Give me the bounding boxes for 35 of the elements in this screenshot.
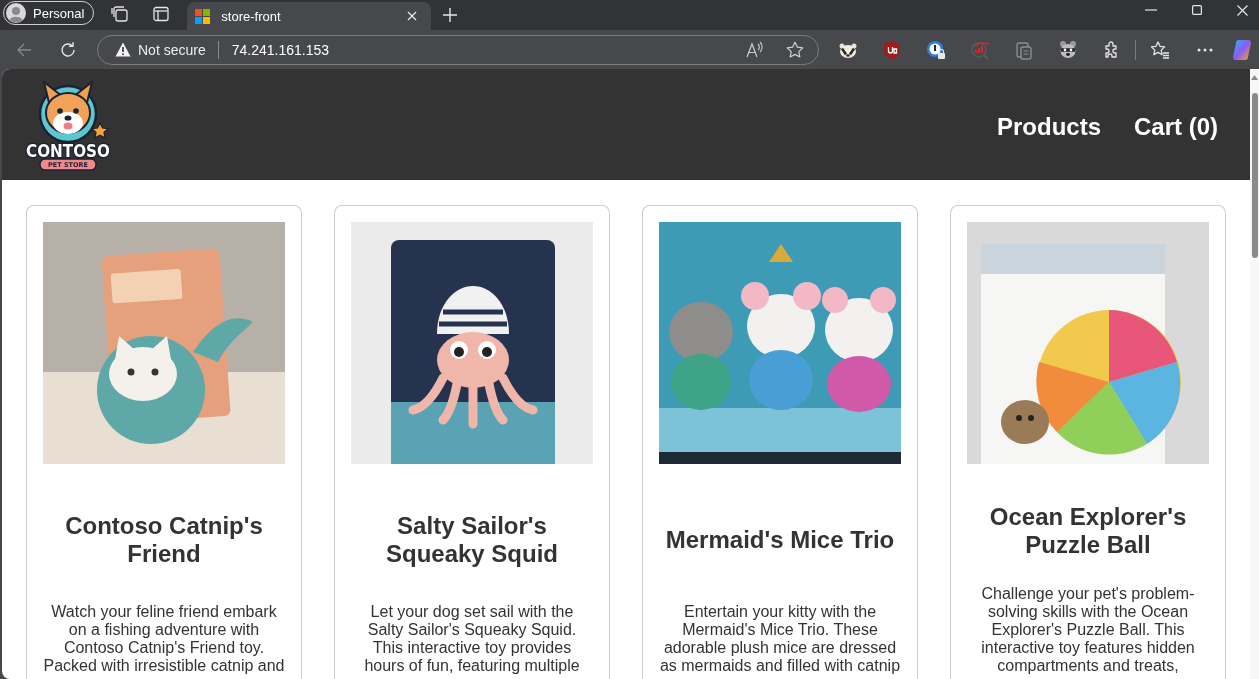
plus-icon[interactable] — [443, 8, 458, 22]
product-description: Let your dog set sail with the Salty Sailor's Squeaky Squid. This interactive toy provides hours of fun, featuring multiple — [363, 603, 581, 675]
browser-tab[interactable]: store-front — [187, 2, 432, 30]
product-title: Ocean Explorer's Puzzle Ball — [988, 502, 1188, 559]
nav-link[interactable]: Products — [996, 113, 1101, 141]
scrollbar[interactable] — [1250, 69, 1259, 679]
product-description: Challenge your pet's problem-solving skills with the Ocean Explorer's Puzzle Ball. This interactive toy features hidden compartments and treats, — [980, 585, 1196, 675]
product-description: Entertain your kitty with the Mermaid's Mice Trio. These adorable plush mice are dressed as mermaids and filled with catnip — [659, 603, 901, 675]
panel-icon[interactable] — [153, 6, 170, 22]
close-icon[interactable] — [407, 11, 418, 21]
star-icon[interactable] — [786, 40, 804, 59]
grid-logo-icon — [195, 8, 211, 24]
shield-icon[interactable] — [882, 39, 902, 60]
close-icon[interactable] — [1237, 4, 1248, 16]
raccoon-icon[interactable] — [1058, 39, 1078, 60]
logo-wordmark: CONTOSO — [26, 141, 118, 161]
app-logo-icon[interactable] — [1232, 38, 1254, 61]
maximize-icon[interactable] — [1192, 5, 1202, 15]
lock-badge-icon[interactable] — [926, 39, 946, 60]
refresh-icon[interactable] — [60, 41, 76, 58]
security-label[interactable]: Not secure — [138, 41, 206, 58]
nav-link[interactable]: Cart (0) — [1134, 113, 1218, 141]
url-text[interactable]: 74.241.161.153 — [231, 41, 746, 58]
warning-icon[interactable] — [115, 42, 131, 57]
scrollbar-thumb[interactable] — [1251, 93, 1258, 258]
product-title: Mermaid's Mice Trio — [665, 525, 895, 554]
product-title: Salty Sailor's Squeaky Squid — [384, 511, 559, 568]
stacked-squares-icon[interactable] — [111, 5, 130, 23]
product-description: Watch your feline friend embark on a fishing adventure with Contoso Catnip's Friend toy. Packed with irresistible catnip and — [43, 603, 285, 675]
read-aloud-icon[interactable] — [746, 40, 764, 59]
scroll-up-arrow-icon[interactable] — [1251, 75, 1258, 80]
clipboard-icon[interactable] — [1014, 39, 1034, 60]
favorites-icon[interactable] — [1150, 39, 1170, 60]
avatar-icon — [6, 3, 26, 23]
product-title: Contoso Catnip's Friend — [64, 511, 264, 568]
